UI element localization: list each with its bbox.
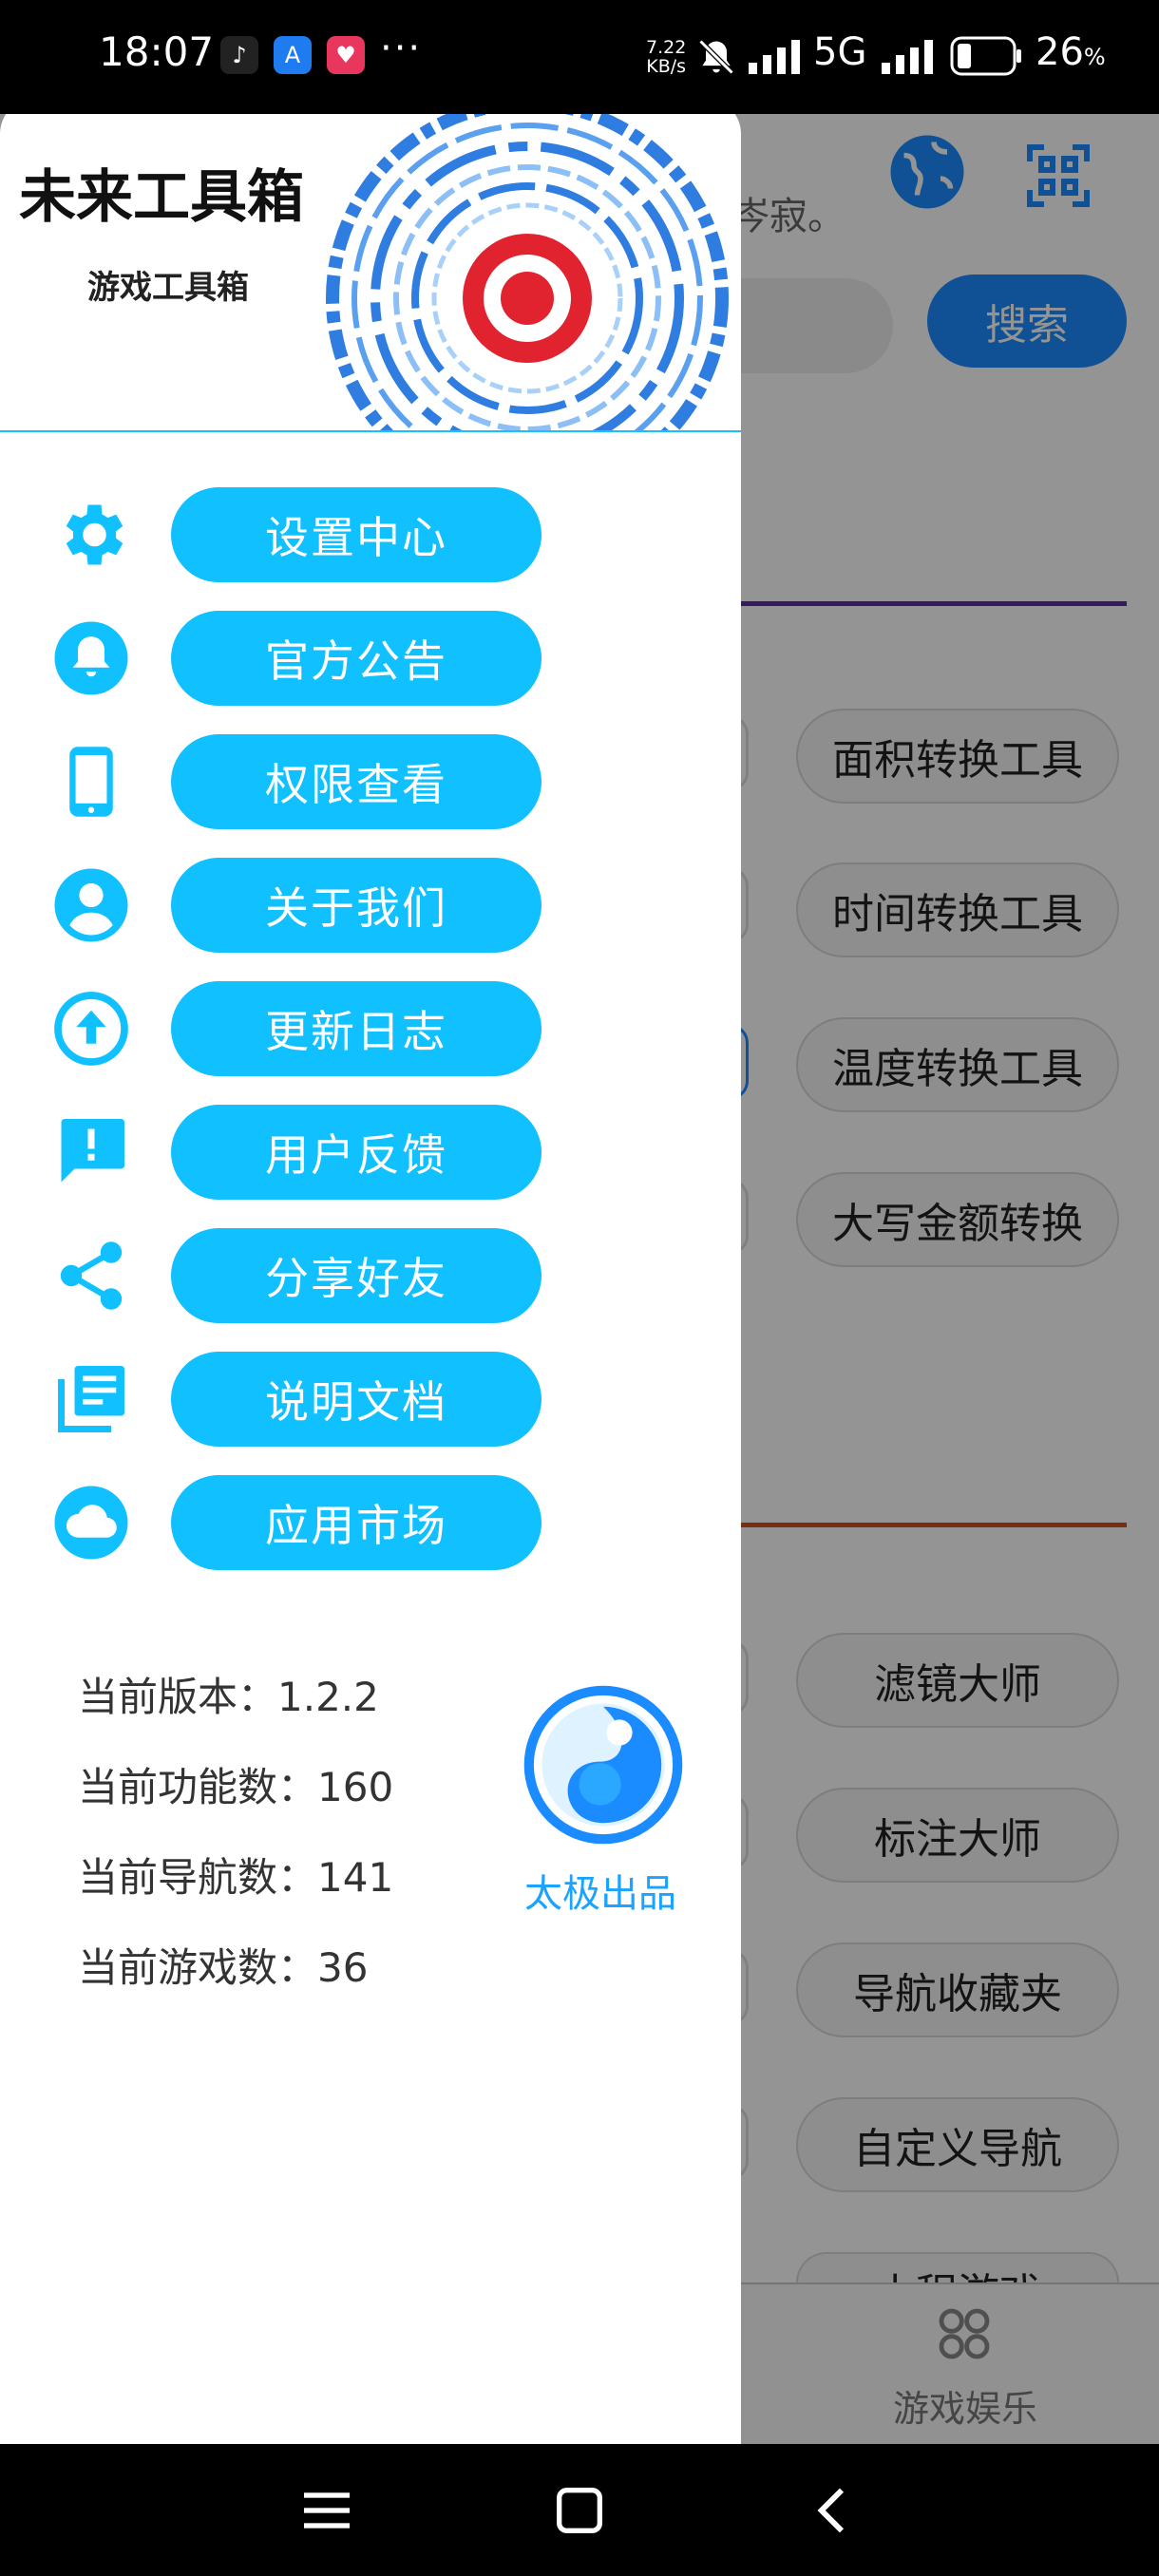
status-time: 18:07 xyxy=(99,28,215,75)
cloud-icon xyxy=(54,1486,128,1560)
mute-icon xyxy=(698,39,734,75)
heart-app-icon: ♥ xyxy=(327,36,365,74)
settings-button[interactable]: 设置中心 xyxy=(171,487,542,582)
signal-icon-2 xyxy=(882,40,933,74)
system-nav-bar xyxy=(0,2444,1159,2576)
game-count-text: 当前游戏数：36 xyxy=(78,1944,369,1991)
upload-icon xyxy=(54,992,128,1066)
bell-icon xyxy=(54,621,128,695)
app-store-icon: A xyxy=(274,36,312,74)
menu-row-market: 应用市场 xyxy=(0,1475,741,1570)
document-icon xyxy=(58,1366,124,1432)
menu-row-permissions: 权限查看 xyxy=(0,734,741,829)
back-icon[interactable] xyxy=(804,2480,864,2541)
feedback-icon xyxy=(61,1119,124,1183)
navigation-drawer: 未来工具箱 游戏工具箱 设置中心 官方公告 权限查看 关于我们 更新日志 用户反… xyxy=(0,98,741,2444)
version-text: 当前版本：1.2.2 xyxy=(78,1674,379,1720)
share-icon xyxy=(60,1241,123,1310)
menu-row-announcement: 官方公告 xyxy=(0,611,741,706)
user-icon xyxy=(54,868,128,942)
status-bar: 18:07 ♪ A ♥ ··· 7.22 KB/s 5G 26% xyxy=(0,0,1159,114)
more-notifications-icon: ··· xyxy=(380,27,423,70)
phone-icon xyxy=(69,747,113,817)
menu-row-settings: 设置中心 xyxy=(0,487,741,582)
brand-text: 太极出品 xyxy=(524,1872,676,1916)
screen: 18:07 ♪ A ♥ ··· 7.22 KB/s 5G 26% 岑寂。 搜索 … xyxy=(0,0,1159,2576)
changelog-button[interactable]: 更新日志 xyxy=(171,981,542,1076)
feedback-button[interactable]: 用户反馈 xyxy=(171,1105,542,1200)
docs-button[interactable]: 说明文档 xyxy=(171,1352,542,1447)
tiktok-icon: ♪ xyxy=(220,36,258,74)
announcement-button[interactable]: 官方公告 xyxy=(171,611,542,706)
battery-percent: 26% xyxy=(1036,30,1106,74)
nav-count-text: 当前导航数：141 xyxy=(78,1854,394,1901)
menu-row-changelog: 更新日志 xyxy=(0,981,741,1076)
menu-row-share: 分享好友 xyxy=(0,1228,741,1323)
feature-count-text: 当前功能数：160 xyxy=(78,1764,394,1810)
menu-icon[interactable] xyxy=(296,2480,357,2541)
menu-row-docs: 说明文档 xyxy=(0,1352,741,1447)
gear-icon xyxy=(66,504,124,565)
permissions-button[interactable]: 权限查看 xyxy=(171,734,542,829)
taiji-logo-icon xyxy=(523,1685,683,1845)
network-type: 5G xyxy=(813,30,867,74)
signal-icon xyxy=(749,40,800,74)
app-market-button[interactable]: 应用市场 xyxy=(171,1475,542,1570)
menu-row-feedback: 用户反馈 xyxy=(0,1105,741,1200)
battery-icon xyxy=(950,36,1021,76)
net-speed: 7.22 KB/s xyxy=(646,37,687,77)
target-logo-icon xyxy=(326,98,729,430)
share-button[interactable]: 分享好友 xyxy=(171,1228,542,1323)
menu-row-about: 关于我们 xyxy=(0,858,741,953)
about-button[interactable]: 关于我们 xyxy=(171,858,542,953)
drawer-header: 未来工具箱 游戏工具箱 xyxy=(0,98,741,432)
app-title: 未来工具箱 xyxy=(19,164,304,231)
app-subtitle: 游戏工具箱 xyxy=(87,269,249,307)
home-icon[interactable] xyxy=(549,2480,610,2541)
